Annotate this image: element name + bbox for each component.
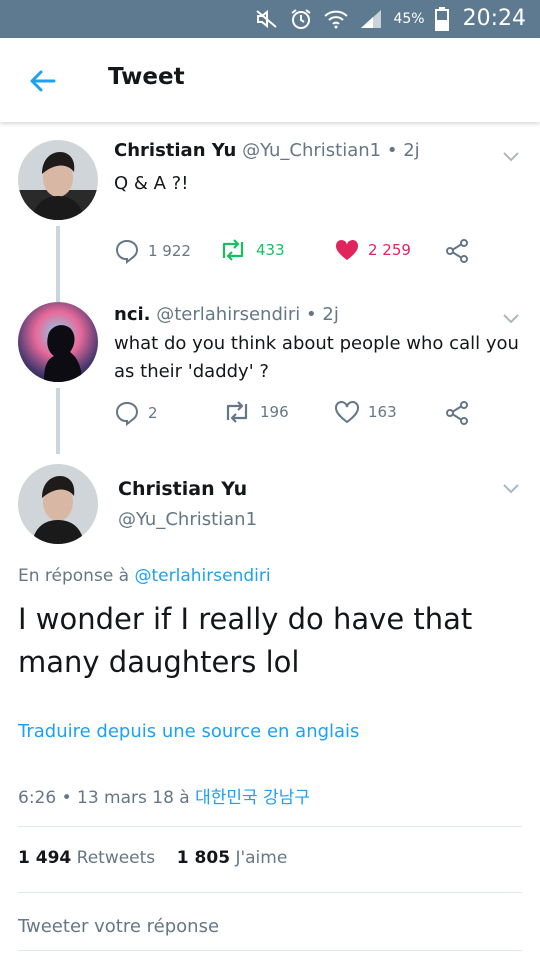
divider — [18, 826, 522, 827]
chevron-down-icon[interactable] — [502, 310, 520, 324]
likes-stat[interactable]: 1 805 J'aime — [177, 848, 288, 868]
chevron-down-icon[interactable] — [502, 148, 520, 162]
main-tweet-text: I wonder if I really do have that many d… — [18, 602, 473, 679]
battery-percent: 45% — [393, 10, 425, 27]
chevron-down-icon[interactable] — [502, 480, 520, 494]
signal-icon — [359, 8, 383, 30]
tweet-time: 2j — [403, 140, 420, 161]
retweets-label: Retweets — [76, 848, 156, 868]
tweet-text: Q & A ?! — [114, 173, 189, 194]
tweet-2[interactable]: nci. @terlahirsendiri • 2j what do you t… — [0, 286, 540, 454]
share-icon — [444, 238, 470, 264]
retweet-icon — [218, 238, 248, 262]
reply-context: En réponse à @terlahirsendiri — [18, 566, 271, 586]
author-name[interactable]: Christian Yu — [114, 140, 236, 161]
author-handle[interactable]: @terlahirsendiri — [156, 304, 300, 325]
reply-icon — [114, 238, 140, 264]
retweet-button[interactable]: 433 — [218, 238, 285, 262]
likes-label: J'aime — [235, 848, 288, 868]
share-button[interactable] — [444, 400, 470, 426]
avatar[interactable] — [18, 140, 98, 220]
wifi-icon — [323, 8, 349, 30]
tweet-text: what do you think about people who call … — [114, 333, 519, 382]
divider — [18, 950, 522, 951]
tweet-header: Christian Yu @Yu_Christian1 • 2j — [114, 140, 420, 161]
author-handle[interactable]: @Yu_Christian1 — [118, 509, 257, 530]
reply-button[interactable]: 2 — [114, 400, 158, 426]
avatar[interactable] — [18, 302, 98, 382]
tweet-actions: 1 922 433 2 259 — [114, 238, 514, 268]
retweet-count: 433 — [256, 241, 285, 259]
thread-line — [56, 286, 60, 302]
retweets-stat[interactable]: 1 494 Retweets — [18, 848, 155, 868]
app-bar: Tweet — [0, 38, 540, 122]
likes-count: 1 805 — [176, 848, 231, 868]
tweet-time: 2j — [322, 304, 339, 325]
reply-prefix: En réponse à — [18, 566, 130, 586]
share-icon — [444, 400, 470, 426]
translate-link[interactable]: Traduire depuis une source en anglais — [18, 721, 359, 742]
tweet-header: nci. @terlahirsendiri • 2j — [114, 304, 339, 325]
retweets-count: 1 494 — [18, 848, 72, 868]
battery-icon — [434, 6, 449, 31]
heart-icon — [334, 400, 360, 424]
avatar[interactable] — [18, 464, 98, 544]
retweet-button[interactable]: 196 — [222, 400, 289, 424]
author-handle[interactable]: @Yu_Christian1 — [242, 140, 381, 161]
tweet-stats: 1 494 Retweets 1 805 J'aime — [18, 848, 287, 868]
tweet-date: 6:26 • 13 mars 18 à — [18, 788, 190, 808]
reply-icon — [114, 400, 140, 426]
share-button[interactable] — [444, 238, 470, 264]
reply-count: 2 — [148, 404, 158, 422]
like-button[interactable]: 2 259 — [334, 238, 411, 262]
status-bar: 45% 20:24 — [0, 0, 540, 38]
retweet-icon — [222, 400, 252, 424]
heart-filled-icon — [334, 238, 360, 262]
back-arrow-icon[interactable] — [26, 64, 60, 98]
dot-separator: • — [306, 304, 317, 325]
page-title: Tweet — [108, 64, 185, 90]
thread-line — [56, 226, 60, 286]
like-button[interactable]: 163 — [334, 400, 397, 424]
tweet-meta: 6:26 • 13 mars 18 à 대한민국 강남구 — [18, 783, 310, 808]
reply-to-link[interactable]: @terlahirsendiri — [135, 566, 271, 586]
divider — [18, 892, 522, 893]
author-name[interactable]: Christian Yu — [118, 478, 247, 500]
clock: 20:24 — [462, 6, 526, 31]
like-count: 163 — [368, 403, 397, 421]
author-name[interactable]: nci. — [114, 304, 151, 325]
like-count: 2 259 — [368, 241, 411, 259]
mute-icon — [255, 9, 279, 29]
tweet-1[interactable]: Christian Yu @Yu_Christian1 • 2j Q & A ?… — [0, 122, 540, 286]
reply-input[interactable]: Tweeter votre réponse — [18, 916, 219, 937]
location-link[interactable]: 대한민국 강남구 — [195, 788, 310, 808]
dot-separator: • — [386, 140, 398, 161]
alarm-icon — [289, 8, 313, 30]
tweet-actions: 2 196 163 — [114, 400, 514, 430]
retweet-count: 196 — [260, 403, 289, 421]
reply-count: 1 922 — [148, 242, 191, 260]
reply-button[interactable]: 1 922 — [114, 238, 191, 264]
thread-line — [56, 388, 60, 454]
